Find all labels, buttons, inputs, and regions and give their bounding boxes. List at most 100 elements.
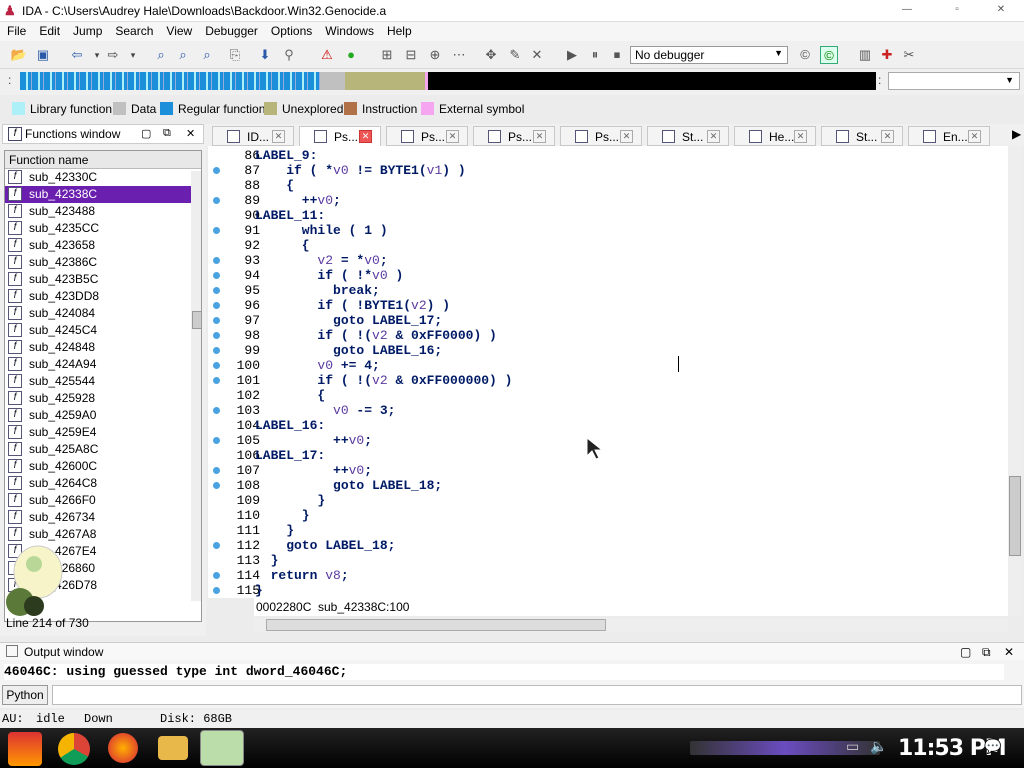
function-list-item[interactable]: f sub_423658 [5,237,201,254]
code-line[interactable]: 87 if ( *v0 != BYTE1(v1) ) [208,163,1008,178]
variable-token[interactable]: v0 [349,433,365,448]
minimize-button[interactable]: — [892,3,922,17]
tab-1[interactable]: Ps... ✕ [299,126,381,146]
open-folder-icon[interactable]: 📂 [10,46,28,64]
stop-icon[interactable]: ⏹ [608,46,626,64]
python-command-input[interactable] [52,685,1022,705]
breakpoint-dot-icon[interactable] [213,467,220,474]
variable-token[interactable]: v0 [333,163,349,178]
menu-search[interactable]: Search [108,22,159,38]
data-icon[interactable]: ⊟ [402,46,420,64]
tab-close-icon[interactable]: ✕ [794,130,807,143]
tab-4[interactable]: Ps... ✕ [560,126,642,146]
code-line[interactable]: 115} [208,583,1008,598]
tab-close-icon[interactable]: ✕ [359,130,372,143]
menu-file[interactable]: File [0,22,32,38]
nav-dropdown[interactable]: ▼ [888,72,1020,90]
tab-close-icon[interactable]: ✕ [707,130,720,143]
code-line[interactable]: 114 return v8; [208,568,1008,583]
function-list-item[interactable]: f sub_4266F0 [5,492,201,509]
plus-icon[interactable]: ✚ [878,46,896,64]
output-restore-button[interactable]: ⧉ [982,645,991,660]
tab-close-icon[interactable]: ✕ [620,130,633,143]
restore-window-button[interactable]: ⧉ [163,127,171,140]
code-line[interactable]: 86 LABEL_9: [208,148,1008,163]
tab-0[interactable]: ID... ✕ [212,126,294,146]
start-button[interactable] [8,732,42,766]
tab-close-icon[interactable]: ✕ [881,130,894,143]
breakpoint-dot-icon[interactable] [213,587,220,594]
tab-close-icon[interactable]: ✕ [968,130,981,143]
volume-icon[interactable]: 🔈 [870,738,887,755]
undefine-icon[interactable]: ✕ [528,46,546,64]
code-line[interactable]: 98 if ( !(v2 & 0xFF0000) ) [208,328,1008,343]
forward-dropdown-icon[interactable]: ▾ [124,46,142,64]
array-icon[interactable]: ⋯ [450,46,468,64]
function-list-item[interactable]: f sub_42600C [5,458,201,475]
functions-scroll-thumb[interactable] [192,311,201,329]
breakpoint-dot-icon[interactable] [213,377,220,384]
output-float-button[interactable]: ▢ [960,645,971,659]
tab-close-icon[interactable]: ✕ [533,130,546,143]
code-line[interactable]: 90 LABEL_11: [208,208,1008,223]
tab-close-icon[interactable]: ✕ [446,130,459,143]
navigation-strip[interactable] [20,72,876,90]
code-scroll-thumb[interactable] [1009,476,1021,556]
function-list-item[interactable]: f sub_4259E4 [5,424,201,441]
jump-down-icon[interactable]: ⬇ [256,46,274,64]
breakpoint-dot-icon[interactable] [213,332,220,339]
binary-search-icon[interactable]: ⌕ [152,46,170,64]
menu-windows[interactable]: Windows [318,22,380,38]
function-name-column-header[interactable]: Function name [5,151,201,169]
code-line[interactable]: 105 ++v0; [208,433,1008,448]
menu-edit[interactable]: Edit [32,22,66,38]
tab-close-icon[interactable]: ✕ [272,130,285,143]
function-list-item[interactable]: f sub_423B5C [5,271,201,288]
network-icon[interactable]: ▭ [846,738,859,755]
menu-options[interactable]: Options [264,22,318,38]
code-line[interactable]: 100 v0 += 4; [208,358,1008,373]
breakpoint-dot-icon[interactable] [213,572,220,579]
code-line[interactable]: 93 v2 = *v0; [208,253,1008,268]
variable-token[interactable]: v1 [427,163,443,178]
variable-token[interactable]: v2 [372,328,388,343]
code-vertical-scrollbar[interactable] [1008,146,1022,616]
breakpoint-dot-icon[interactable] [213,197,220,204]
variable-token[interactable]: v0 [349,463,365,478]
search-next-icon[interactable]: ⎘ [226,46,244,64]
function-list-item[interactable]: f sub_424A94 [5,356,201,373]
menu-jump[interactable]: Jump [66,22,108,38]
code-line[interactable]: 97 goto LABEL_17; [208,313,1008,328]
firefox-icon[interactable] [108,733,138,763]
float-window-button[interactable]: ▢ [141,127,151,140]
variable-token[interactable]: v0 [333,403,349,418]
binoculars-icon[interactable]: ⚲ [280,46,298,64]
function-list-item[interactable]: f sub_42386C [5,254,201,271]
chart-icon[interactable]: ▥ [856,46,874,64]
code-line[interactable]: 111 } [208,523,1008,538]
code-line[interactable]: 108 goto LABEL_18; [208,478,1008,493]
code-horizontal-scrollbar[interactable] [254,618,1008,632]
tab-8[interactable]: En... ✕ [908,126,990,146]
function-list-item[interactable]: f sub_42338C [5,186,201,203]
code-line[interactable]: 103 v0 -= 3; [208,403,1008,418]
code-line[interactable]: 89 ++v0; [208,193,1008,208]
functions-scrollbar[interactable] [191,171,201,601]
code-line[interactable]: 112 goto LABEL_18; [208,538,1008,553]
code-line[interactable]: 110 } [208,508,1008,523]
breakpoint-dot-icon[interactable] [213,227,220,234]
variable-token[interactable]: v8 [325,568,341,583]
breakpoint-dot-icon[interactable] [213,482,220,489]
code-line[interactable]: 99 goto LABEL_16; [208,343,1008,358]
output-close-button[interactable]: ✕ [1004,645,1014,659]
code-line[interactable]: 109 } [208,493,1008,508]
tabs-scroll-right-icon[interactable]: ▶ [1012,127,1021,141]
function-list-item[interactable]: f sub_423DD8 [5,288,201,305]
function-list-item[interactable]: f sub_424084 [5,305,201,322]
function-list-item[interactable]: f sub_4264C8 [5,475,201,492]
tab-5[interactable]: St... ✕ [647,126,729,146]
immediate-search-icon[interactable]: ⌕ [198,46,216,64]
breakpoint-dot-icon[interactable] [213,272,220,279]
function-list-item[interactable]: f sub_424848 [5,339,201,356]
code-line[interactable]: 96 if ( !BYTE1(v2) ) [208,298,1008,313]
